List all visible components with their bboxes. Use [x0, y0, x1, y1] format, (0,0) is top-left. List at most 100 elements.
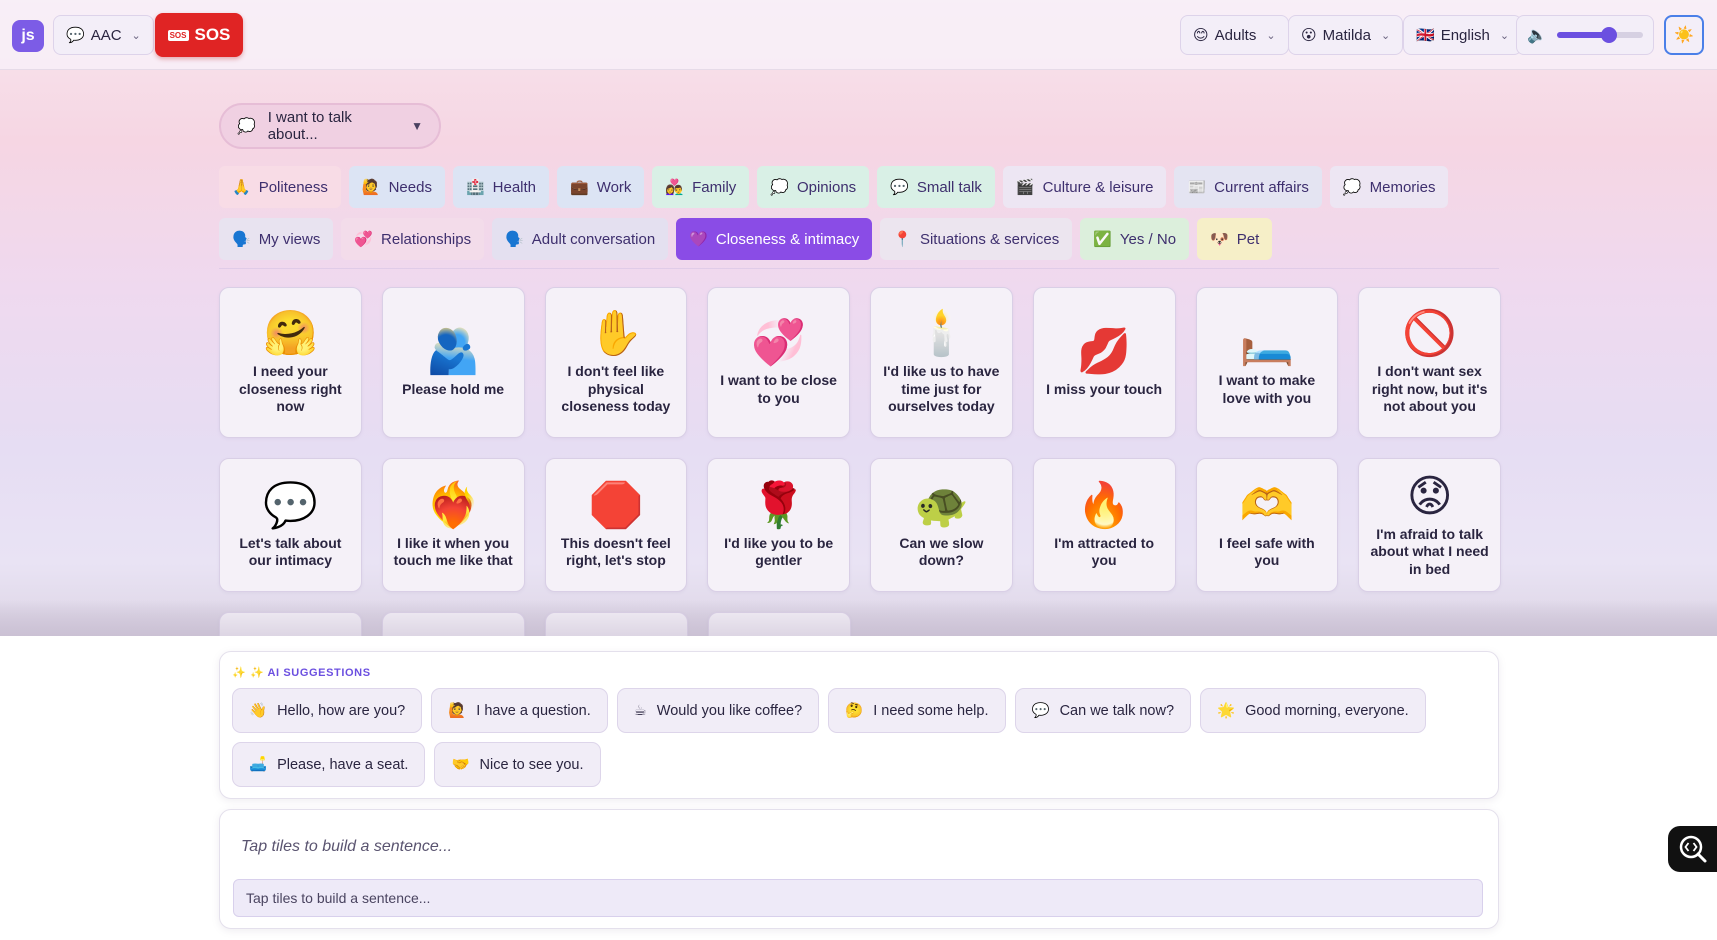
tab-closeness-intimacy[interactable]: 💜 Closeness & intimacy — [676, 218, 873, 260]
tab-culture-leisure[interactable]: 🎬 Culture & leisure — [1002, 166, 1167, 208]
suggestion-chip[interactable]: 🤝 Nice to see you. — [434, 742, 601, 787]
phrase-tile[interactable]: 🤗 I need your closeness right now — [219, 287, 362, 438]
category-icon: 💬 — [890, 179, 909, 196]
tab-health[interactable]: 🏥 Health — [452, 166, 549, 208]
sentence-input[interactable] — [233, 879, 1483, 917]
sentence-display[interactable]: Tap tiles to build a sentence... — [241, 838, 452, 856]
chevron-down-icon: ⌄ — [1381, 29, 1391, 42]
tab-pet[interactable]: 🐶 Pet — [1197, 218, 1273, 260]
category-icon: 💭 — [770, 179, 789, 196]
tab-my-views[interactable]: 🗣️ My views — [219, 218, 334, 260]
tab-opinions[interactable]: 💭 Opinions — [757, 166, 870, 208]
sos-button[interactable]: SOS SOS — [155, 13, 243, 57]
category-icon: 💼 — [570, 179, 589, 196]
sun-icon: ☀️ — [1674, 27, 1694, 44]
suggestion-chip[interactable]: ☕ Would you like coffee? — [616, 688, 820, 733]
tab-family[interactable]: 👩‍❤️‍👨 Family — [652, 166, 750, 208]
tab-current-affairs[interactable]: 📰 Current affairs — [1174, 166, 1322, 208]
phrase-tile[interactable]: ✋ I don't feel like physical closeness to… — [544, 287, 688, 438]
ai-suggestions-panel: ✨ ✨ AI SUGGESTIONS 👋 Hello, how are you? 🙋… — [219, 651, 1499, 799]
mode-label: AAC — [90, 26, 122, 44]
category-label: Pet — [1236, 230, 1260, 248]
suggestion-chip[interactable]: 🛋️ Please, have a seat. — [232, 742, 426, 787]
phrase-tile[interactable]: 🛑 This doesn't feel right, let's stop — [544, 458, 688, 592]
tab-relationships[interactable]: 💞 Relationships — [341, 218, 485, 260]
topic-label: I want to talk about... — [267, 109, 352, 143]
tab-adult-conversation[interactable]: 🗣️ Adult conversation — [492, 218, 669, 260]
tile-label: I don't want sex right now, but it's not… — [1371, 363, 1488, 415]
category-label: Opinions — [796, 178, 857, 196]
tab-work[interactable]: 💼 Work — [557, 166, 645, 208]
suggestion-icon: 🌟 — [1217, 703, 1236, 719]
tab-situations-services[interactable]: 📍 Situations & services — [880, 218, 1073, 260]
suggestion-label: Please, have a seat. — [277, 756, 409, 773]
top-bar: js 💬 AAC ⌄ SOS SOS 😊 Adults ⌄ 😮 Matilda … — [0, 0, 1717, 70]
phrase-tile[interactable]: 🫂 Please hold me — [381, 287, 525, 438]
category-label: Needs — [388, 178, 432, 196]
phrase-tile[interactable]: 🌹 I'd like you to be gentler — [707, 458, 850, 592]
phrase-tile[interactable]: 🫶 I feel safe with you — [1195, 458, 1339, 592]
phrase-tile[interactable]: 💋 I miss your touch — [1032, 287, 1176, 438]
audience-selector[interactable]: 😊 Adults ⌄ — [1180, 15, 1289, 55]
chevron-down-icon: ⌄ — [1499, 29, 1510, 42]
mode-selector[interactable]: 💬 AAC ⌄ — [53, 15, 154, 55]
phrase-tile[interactable]: 🔥 I'm attracted to you — [1032, 458, 1176, 592]
tab-yes-no[interactable]: ✅ Yes / No — [1080, 218, 1190, 260]
suggestion-label: I have a question. — [476, 702, 591, 719]
phrase-tile[interactable]: 💞 I want to be close to you — [707, 287, 850, 438]
inspect-button[interactable] — [1668, 826, 1717, 872]
phrase-tile[interactable]: ❤️‍🔥 I like it when you touch me like tha… — [381, 458, 525, 592]
tile-emoji-icon: 💋 — [1076, 326, 1132, 376]
category-icon: ✅ — [1093, 231, 1112, 248]
suggestion-chip[interactable]: 🙋 I have a question. — [431, 688, 608, 733]
tab-needs[interactable]: 🙋 Needs — [348, 166, 445, 208]
phrase-tile[interactable]: 😟 I'm afraid to talk about what I need in… — [1358, 458, 1501, 592]
user-selector[interactable]: 😮 Matilda ⌄ — [1288, 15, 1404, 55]
suggestion-chip[interactable]: 💬 Can we talk now? — [1014, 688, 1192, 733]
tile-emoji-icon: 🔥 — [1076, 480, 1132, 530]
volume-slider[interactable] — [1556, 27, 1643, 43]
suggestion-label: Hello, how are you? — [277, 702, 406, 719]
suggestion-icon: 🤔 — [845, 703, 864, 719]
phrase-tile[interactable]: 💬 Let's talk about our intimacy — [219, 458, 362, 592]
category-label: Culture & leisure — [1042, 178, 1154, 196]
dropdown-arrow-icon: ▼ — [411, 119, 423, 133]
sentence-builder: Tap tiles to build a sentence... — [219, 809, 1499, 929]
phrase-tile[interactable]: 🚫 I don't want sex right now, but it's no… — [1358, 287, 1501, 438]
category-icon: 💭 — [1342, 179, 1362, 196]
suggestion-chip[interactable]: 👋 Hello, how are you? — [232, 688, 423, 733]
category-icon: 🎬 — [1015, 179, 1035, 196]
category-row: 🙏 Politeness 🙋 Needs 🏥 Health 💼 Work 👩‍❤️‍👨 Famil… — [219, 166, 1499, 208]
phrase-tile[interactable]: 🛏️ I want to make love with you — [1195, 287, 1339, 438]
category-label: Family — [692, 178, 737, 196]
tab-memories[interactable]: 💭 Memories — [1329, 166, 1449, 208]
thought-bubble-icon: 💭 — [237, 118, 256, 135]
category-tabs: 🙏 Politeness 🙋 Needs 🏥 Health 💼 Work 👩‍❤️‍👨 Famil… — [219, 166, 1499, 270]
tile-emoji-icon: 🤗 — [262, 309, 318, 359]
user-label: Matilda — [1322, 26, 1371, 44]
category-label: My views — [258, 230, 321, 248]
tile-emoji-icon: 🌹 — [751, 480, 807, 530]
suggestion-chip[interactable]: 🌟 Good morning, everyone. — [1200, 688, 1426, 733]
language-selector[interactable]: 🇬🇧 English ⌄ — [1403, 15, 1523, 55]
tile-label: Can we slow down? — [899, 534, 984, 569]
topic-dropdown[interactable]: 💭 I want to talk about... ▼ — [219, 103, 441, 149]
theme-toggle-button[interactable]: ☀️ — [1664, 15, 1704, 55]
language-label: English — [1440, 26, 1490, 44]
tile-label: I need your closeness right now — [239, 363, 342, 415]
tile-label: I don't feel like physical closeness tod… — [561, 363, 671, 415]
phrase-tile[interactable]: 🕯️ I'd like us to have time just for ours… — [870, 287, 1013, 438]
suggestion-chip[interactable]: 🤔 I need some help. — [828, 688, 1006, 733]
tab-small-talk[interactable]: 💬 Small talk — [877, 166, 995, 208]
speech-bubble-icon: 💬 — [66, 27, 85, 44]
tile-label: I want to be close to you — [720, 372, 837, 406]
tile-label: Please hold me — [402, 380, 505, 397]
tile-emoji-icon: 🚫 — [1402, 309, 1458, 359]
category-label: Adult conversation — [531, 230, 656, 248]
sos-label: SOS — [194, 25, 231, 44]
phrase-tile[interactable]: 🐢 Can we slow down? — [870, 458, 1013, 592]
volume-slider-knob[interactable] — [1600, 27, 1617, 43]
tab-politeness[interactable]: 🙏 Politeness — [219, 166, 341, 208]
tile-label: This doesn't feel right, let's stop — [560, 534, 671, 569]
tile-emoji-icon: 🫂 — [425, 326, 481, 376]
